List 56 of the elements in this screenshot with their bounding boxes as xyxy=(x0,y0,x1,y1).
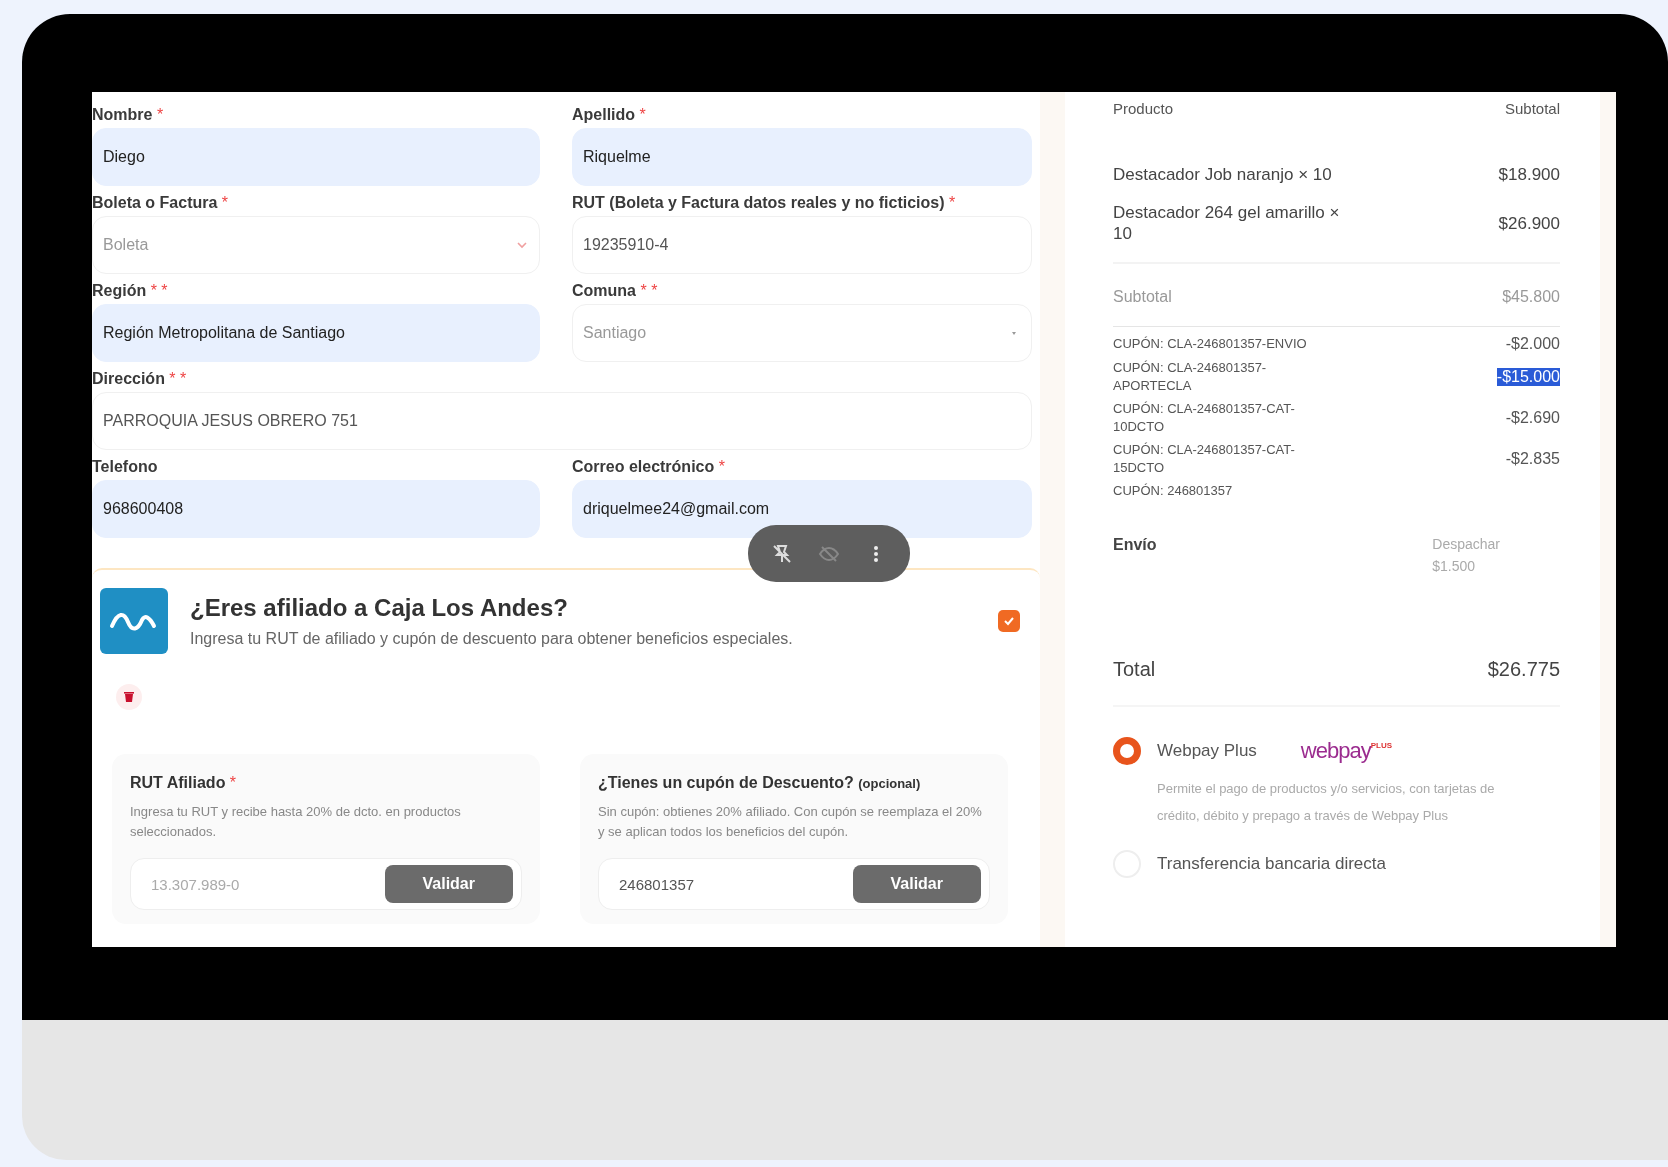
input-field[interactable]: Región Metropolitana de Santiago xyxy=(92,304,540,362)
field-label: Apellido * xyxy=(572,106,647,124)
payment-method-label[interactable]: Webpay Plus xyxy=(1157,741,1257,761)
shipping-cost: $1.500 xyxy=(1432,558,1477,574)
coupon-label: CUPÓN: CLA-246801357-APORTECLA xyxy=(1113,359,1268,395)
product-name: Destacador 264 gel amarillo × 10 xyxy=(1113,203,1341,245)
payment-description: Permite el pago de productos y/o servicios, con tarjetas de crédito, débito y prepago a través de Webpay Plus xyxy=(1156,780,1496,826)
coupon-amount: -$15.000 xyxy=(1496,367,1560,386)
pin-off-icon[interactable] xyxy=(770,542,793,565)
input-field[interactable]: Riquelme xyxy=(572,128,1032,186)
radio-button[interactable] xyxy=(1113,737,1141,765)
coupon-amount: -$2.000 xyxy=(1505,335,1560,354)
column-header: Producto xyxy=(1113,100,1174,117)
field-label: Nombre * xyxy=(92,106,165,124)
validate-button[interactable]: Validar xyxy=(852,865,981,904)
input-field[interactable]: 13.307.989-0 Validar xyxy=(130,858,522,911)
coupon-amount: -$2.835 xyxy=(1505,449,1560,468)
coupon-label: CUPÓN: CLA-246801357-CAT-15DCTO xyxy=(1113,441,1296,477)
panel-description: Ingresa tu RUT y recibe hasta 20% de dcto. en productos seleccionados. xyxy=(130,803,462,842)
panel-description: Sin cupón: obtienes 20% afiliado. Con cupón se reemplaza el 20% y se aplican todos los beneficios del cupón. xyxy=(598,803,983,842)
column-header: Subtotal xyxy=(1504,100,1560,117)
coupon-label: CUPÓN: CLA-246801357-ENVIO xyxy=(1113,335,1308,353)
input-field[interactable]: 19235910-4 xyxy=(572,216,1032,274)
product-name: Destacador Job naranjo × 10 xyxy=(1113,165,1333,186)
chevron-down-icon xyxy=(515,240,529,250)
input-field[interactable]: Diego xyxy=(92,128,540,186)
product-price: $26.900 xyxy=(1498,213,1560,234)
input-field[interactable]: driquelmee24@gmail.com xyxy=(572,480,1032,538)
card-title: ¿Eres afiliado a Caja Los Andes? xyxy=(190,594,569,622)
subtotal-value: $45.800 xyxy=(1502,288,1560,307)
input-field[interactable]: PARROQUIA JESUS OBRERO 751 xyxy=(92,392,1032,450)
field-label: Boleta o Factura * xyxy=(92,194,230,212)
coupon-label: CUPÓN: 246801357 xyxy=(1113,482,1234,500)
field-label: Dirección * * xyxy=(92,370,188,388)
field-label: Región * * xyxy=(92,282,169,300)
panel-title: ¿Tienes un cupón de Descuento? (opcional) xyxy=(598,774,922,792)
panel-title: RUT Afiliado * xyxy=(130,774,238,792)
checkbox[interactable] xyxy=(998,610,1020,632)
shipping-label: Envío xyxy=(1113,536,1157,554)
coupon-amount: -$2.690 xyxy=(1505,408,1560,427)
product-price: $18.900 xyxy=(1498,165,1560,186)
shipping-method: Despachar xyxy=(1432,536,1500,552)
input-field[interactable]: 246801357 Validar xyxy=(598,858,990,911)
field-label: Telefono xyxy=(92,458,159,476)
validate-button[interactable]: Validar xyxy=(384,865,513,904)
wave-logo xyxy=(100,588,168,654)
subtotal-label: Subtotal xyxy=(1113,288,1172,307)
field-label: Comuna * * xyxy=(572,282,659,300)
field-label: RUT (Boleta y Factura datos reales y no ficticios) * xyxy=(572,194,957,212)
input-field[interactable]: 968600408 xyxy=(92,480,540,538)
total-value: $26.775 xyxy=(1487,658,1560,681)
card-subtitle: Ingresa tu RUT de afiliado y cupón de descuento para obtener beneficios especiales. xyxy=(190,630,794,648)
payment-method-label[interactable]: Transferencia bancaria directa xyxy=(1157,853,1386,874)
coupon-label: CUPÓN: CLA-246801357-CAT-10DCTO xyxy=(1113,400,1296,436)
field-label: Correo electrónico * xyxy=(572,458,726,476)
total-label: Total xyxy=(1113,658,1156,681)
